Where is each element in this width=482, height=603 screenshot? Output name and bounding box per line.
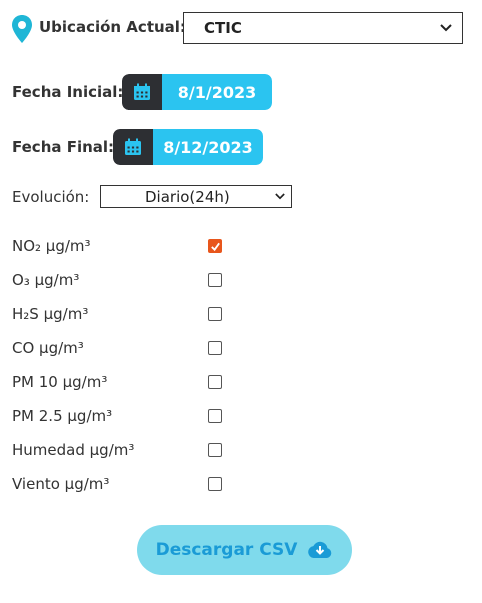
parameter-row-co: CO µg/m³ — [12, 339, 232, 359]
parameter-label: PM 2.5 µg/m³ — [12, 407, 113, 425]
parameter-label: O₃ µg/m³ — [12, 271, 80, 289]
download-button-label: Descargar CSV — [155, 540, 298, 560]
fecha-final-value[interactable]: 8/12/2023 — [153, 129, 263, 165]
parameter-row-humedad: Humedad µg/m³ — [12, 441, 232, 461]
location-row: Ubicación Actual: CTIC — [11, 12, 471, 44]
check-icon — [211, 242, 220, 252]
pm25-checkbox[interactable] — [208, 409, 222, 423]
fecha-inicial-picker[interactable]: 8/1/2023 — [122, 74, 272, 110]
parameter-row-pm25: PM 2.5 µg/m³ — [12, 407, 232, 427]
parameter-label: NO₂ µg/m³ — [12, 237, 91, 255]
parameter-row-viento: Viento µg/m³ — [12, 475, 232, 495]
location-select-value: CTIC — [204, 19, 242, 37]
fecha-final-picker[interactable]: 8/12/2023 — [113, 129, 263, 165]
evolucion-select-value: Diario(24h) — [145, 188, 230, 206]
cloud-download-icon — [308, 541, 332, 558]
parameter-label: Viento µg/m³ — [12, 475, 110, 493]
calendar-icon[interactable] — [113, 129, 153, 165]
evolucion-select[interactable]: Diario(24h) — [100, 185, 292, 208]
parameter-row-no2: NO₂ µg/m³ — [12, 237, 232, 257]
o3-checkbox[interactable] — [208, 273, 222, 287]
chevron-down-icon — [275, 193, 285, 200]
pm10-checkbox[interactable] — [208, 375, 222, 389]
parameter-row-o3: O₃ µg/m³ — [12, 271, 232, 291]
parameter-row-h2s: H₂S µg/m³ — [12, 305, 232, 325]
viento-checkbox[interactable] — [208, 477, 222, 491]
parameter-row-pm10: PM 10 µg/m³ — [12, 373, 232, 393]
humedad-checkbox[interactable] — [208, 443, 222, 457]
location-pin-icon — [12, 15, 32, 43]
download-csv-button[interactable]: Descargar CSV — [137, 525, 352, 575]
parameter-label: H₂S µg/m³ — [12, 305, 89, 323]
chevron-down-icon — [440, 24, 452, 32]
fecha-inicial-label: Fecha Inicial: — [12, 83, 124, 101]
fecha-final-label: Fecha Final: — [12, 138, 115, 156]
parameter-label: Humedad µg/m³ — [12, 441, 135, 459]
location-label: Ubicación Actual: — [39, 18, 186, 36]
h2s-checkbox[interactable] — [208, 307, 222, 321]
calendar-icon[interactable] — [122, 74, 162, 110]
location-select[interactable]: CTIC — [183, 12, 463, 44]
co-checkbox[interactable] — [208, 341, 222, 355]
evolucion-label: Evolución: — [12, 188, 90, 206]
fecha-inicial-value[interactable]: 8/1/2023 — [162, 74, 272, 110]
no2-checkbox[interactable] — [208, 239, 222, 253]
parameter-label: CO µg/m³ — [12, 339, 84, 357]
parameter-label: PM 10 µg/m³ — [12, 373, 108, 391]
